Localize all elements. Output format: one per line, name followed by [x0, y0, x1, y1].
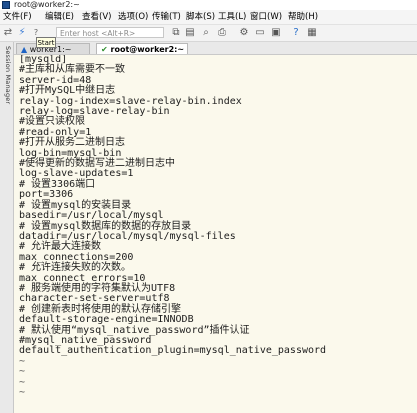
terminal-pane[interactable]: [mysqld] #主库和从库需要不一致 server-id=48 #打开MySQL中…	[14, 55, 417, 413]
menu-transfer[interactable]: 传输(T)	[152, 10, 181, 24]
terminal-line: ~	[19, 366, 26, 378]
warning-icon: ▲	[21, 45, 28, 54]
terminal-line: ~	[19, 355, 26, 367]
close-icon[interactable]: ×	[187, 45, 188, 54]
session-manager-label: Session Manager	[4, 46, 12, 105]
quick-connect-icon[interactable]: ⚡	[16, 27, 28, 39]
tab-worker2[interactable]: ✔ root@worker2:~ ×	[96, 43, 188, 54]
copy-icon[interactable]: ⧉	[170, 27, 182, 39]
start-tooltip: Start	[36, 37, 56, 48]
tab-label: root@worker2:~	[110, 45, 185, 54]
terminal-line: ~	[19, 376, 26, 388]
menu-help[interactable]: 帮助(H)	[288, 10, 318, 24]
tab-bar: ▲ worker1:~ ✔ root@worker2:~ ×	[14, 42, 417, 55]
menu-edit[interactable]: 编辑(E)	[45, 10, 74, 24]
settings-icon[interactable]: ⚙	[238, 27, 250, 39]
find-icon[interactable]: ⌕	[200, 27, 212, 39]
keymap-icon[interactable]: ▭	[254, 27, 266, 39]
menu-options[interactable]: 选项(O)	[118, 10, 148, 24]
menu-view[interactable]: 查看(V)	[82, 10, 111, 24]
print-icon[interactable]: ⎙	[216, 27, 228, 39]
terminal-text: [mysqld] #主库和从库需要不一致 server-id=48 #打开MySQL中…	[19, 55, 415, 398]
sftp-icon[interactable]: ▣	[270, 27, 282, 39]
menu-script[interactable]: 脚本(S)	[186, 10, 215, 24]
menu-file[interactable]: 文件(F)	[3, 10, 32, 24]
paste-icon[interactable]: ▤	[184, 27, 196, 39]
host-input[interactable]: Enter host <Alt+R>	[56, 27, 164, 38]
terminal-line: default_authentication_plugin=mysql_nati…	[19, 345, 327, 357]
toolbar: ⇄ ⚡ ? Enter host <Alt+R> ⧉ ▤ ⌕ ⎙ ⚙ ▭ ▣ ?…	[0, 25, 417, 42]
session-manager-sidebar[interactable]: Session Manager	[0, 42, 14, 413]
menu-bar: 文件(F) 编辑(E) 查看(V) 选项(O) 传输(T) 脚本(S) 工具(L…	[0, 10, 417, 25]
connected-check-icon: ✔	[101, 45, 108, 54]
terminal-line: ~	[19, 387, 26, 398]
help-icon[interactable]: ?	[290, 27, 302, 39]
menu-tools[interactable]: 工具(L)	[218, 10, 246, 24]
terminal-line: default-storage-engine=INNODB	[19, 314, 194, 326]
terminal-line: basedir=/usr/local/mysql	[19, 210, 164, 222]
connect-icon[interactable]: ⇄	[2, 27, 14, 39]
monitor-icon[interactable]: ▦	[306, 27, 318, 39]
terminal-line: # 设置3306端口	[19, 178, 96, 190]
terminal-line: # 允许连接失败的次数。	[19, 262, 132, 274]
window-title: root@worker2:~	[14, 0, 80, 9]
app-icon	[2, 1, 10, 9]
menu-window[interactable]: 窗口(W)	[250, 10, 282, 24]
